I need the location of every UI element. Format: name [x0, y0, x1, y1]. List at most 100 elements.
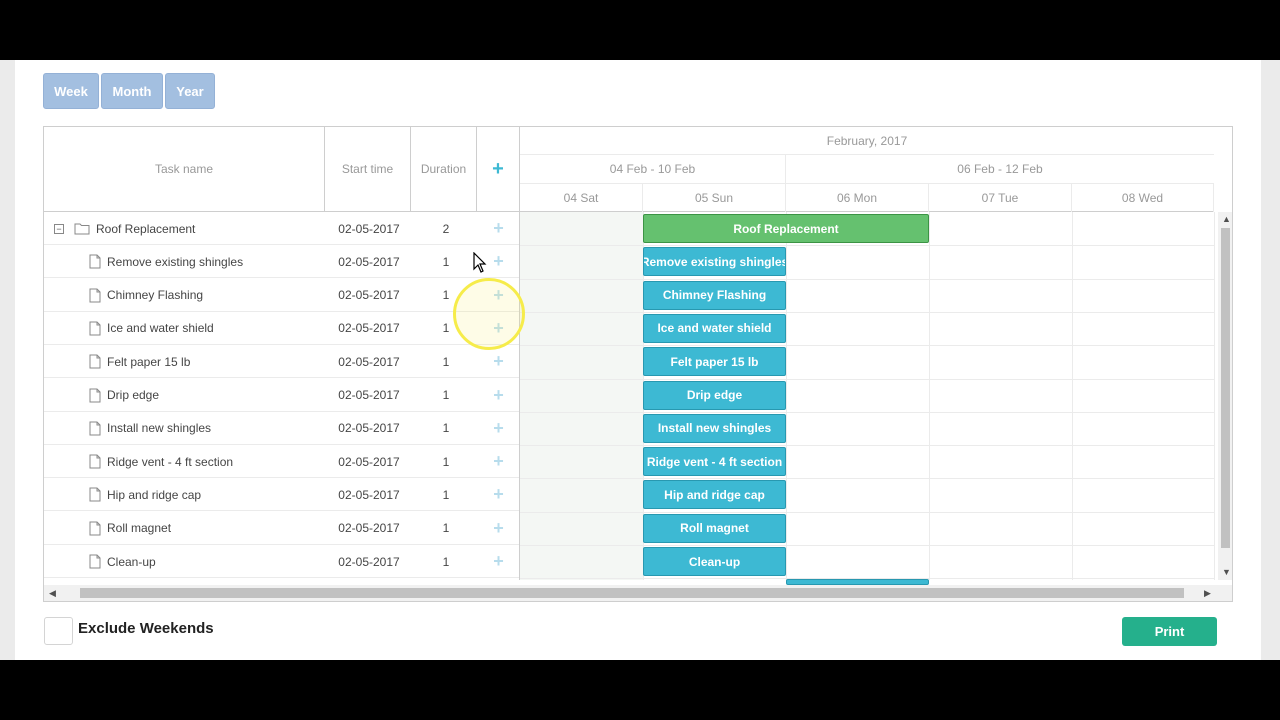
add-subtask-button[interactable]: + [478, 478, 519, 511]
grid-header: Task name Start time Duration + [44, 127, 519, 212]
add-subtask-button[interactable]: + [478, 279, 519, 312]
week-cell: 06 Feb - 12 Feb [957, 162, 1043, 176]
file-icon [89, 388, 101, 403]
add-task-header-button[interactable]: + [477, 127, 519, 211]
start-time-header[interactable]: Start time [325, 127, 411, 211]
duration-cell: 2 [442, 221, 450, 236]
timeline-row-line [520, 545, 1214, 546]
file-icon [89, 521, 101, 536]
start-time-cell: 02-05-2017 [338, 354, 400, 369]
task-row[interactable]: Install new shingles 02-05-2017 1 + [44, 412, 519, 445]
weekend-shading [520, 212, 643, 580]
task-row[interactable]: Clean-up 02-05-2017 1 + [44, 545, 519, 578]
task-name-cell[interactable]: Install new shingles [89, 412, 211, 445]
add-subtask-button[interactable]: + [478, 312, 519, 345]
scroll-right-arrow[interactable]: ▶ [1204, 588, 1211, 599]
start-time-cell: 02-05-2017 [338, 388, 400, 402]
task-row[interactable]: Drip edge 02-05-2017 1 + [44, 379, 519, 412]
exclude-weekends-label[interactable]: Exclude Weekends [78, 620, 214, 637]
exclude-weekends-checkbox[interactable] [44, 617, 73, 645]
file-icon [89, 454, 101, 469]
task-name-cell[interactable]: Drip edge [89, 379, 159, 412]
task-bar[interactable]: Hip and ridge cap [643, 480, 786, 510]
year-scale-button[interactable]: Year [165, 73, 215, 109]
task-row[interactable]: Remove existing shingles 02-05-2017 1 + [44, 245, 519, 279]
start-time-cell: 02-05-2017 [338, 487, 400, 502]
task-name-cell[interactable]: Remove existing shingles [89, 245, 243, 278]
file-icon [89, 554, 101, 569]
folder-icon [74, 222, 90, 235]
month-scale-row: February, 2017 [520, 127, 1214, 155]
add-subtask-button[interactable]: + [478, 379, 519, 412]
task-bar[interactable]: Chimney Flashing [643, 280, 786, 310]
duration-cell: 1 [442, 421, 450, 436]
task-name-cell[interactable]: − Roof Replacement [54, 212, 195, 245]
task-bar[interactable]: Ridge vent - 4 ft section [643, 447, 786, 477]
duration-header[interactable]: Duration [411, 127, 477, 211]
task-bar[interactable]: Felt paper 15 lb [643, 347, 786, 377]
task-row[interactable]: Ice and water shield 02-05-2017 1 + [44, 312, 519, 345]
day-cell: 04 Sat [520, 183, 643, 212]
timeline-row-line [520, 478, 1214, 480]
horizontal-scrollbar[interactable]: ◀ ▶ [44, 585, 1232, 601]
task-name-cell[interactable]: Clean-up [89, 545, 156, 578]
task-name-cell[interactable]: Ridge vent - 4 ft section [89, 445, 233, 478]
task-name-label: Roll magnet [107, 521, 172, 536]
task-row[interactable]: Felt paper 15 lb 02-05-2017 1 + [44, 345, 519, 379]
task-row[interactable]: Chimney Flashing 02-05-2017 1 + [44, 279, 519, 312]
task-bar[interactable]: Remove existing shingles [643, 247, 786, 277]
timeline-row-line [520, 411, 1214, 413]
scroll-down-arrow[interactable]: ▼ [1222, 567, 1231, 577]
task-name-cell[interactable]: Felt paper 15 lb [89, 345, 190, 378]
add-subtask-button[interactable]: + [478, 212, 519, 245]
task-bar[interactable]: Install new shingles [643, 413, 786, 443]
task-name-header[interactable]: Task name [44, 127, 325, 211]
task-bar[interactable]: Roll magnet [643, 513, 786, 543]
collapse-toggle-icon[interactable]: − [54, 223, 64, 234]
day-divider [1072, 212, 1073, 580]
day-cell: 06 Mon [786, 183, 929, 212]
task-name-cell[interactable]: Chimney Flashing [89, 279, 203, 312]
file-icon [89, 354, 101, 369]
month-scale-button[interactable]: Month [101, 73, 163, 109]
add-subtask-button[interactable]: + [478, 512, 519, 545]
duration-cell: 1 [442, 354, 450, 369]
start-time-cell: 02-05-2017 [338, 554, 400, 569]
horizontal-scroll-thumb[interactable] [80, 588, 1184, 598]
task-row[interactable]: Hip and ridge cap 02-05-2017 1 + [44, 478, 519, 512]
task-name-label: Ridge vent - 4 ft section [107, 454, 234, 469]
task-name-cell[interactable]: Ice and water shield [89, 312, 214, 345]
task-name-label: Remove existing shingles [107, 254, 244, 269]
mouse-cursor-icon [473, 252, 487, 273]
task-name-cell[interactable]: Roll magnet [89, 512, 171, 545]
task-bar[interactable]: Clean-up [643, 547, 786, 576]
add-subtask-button[interactable]: + [478, 445, 519, 478]
file-icon [89, 254, 101, 269]
task-row[interactable]: Roll magnet 02-05-2017 1 + [44, 512, 519, 545]
task-name-cell[interactable]: Hip and ridge cap [89, 478, 201, 511]
month-label: February, 2017 [826, 133, 908, 148]
add-subtask-button[interactable]: + [478, 545, 519, 578]
duration-cell: 1 [442, 554, 450, 569]
task-name-label: Felt paper 15 lb [107, 354, 191, 369]
project-bar[interactable]: Roof Replacement [643, 214, 929, 243]
duration-cell: 1 [442, 321, 450, 336]
add-subtask-button[interactable]: + [478, 412, 519, 445]
scroll-left-arrow[interactable]: ◀ [49, 588, 56, 599]
start-time-cell: 02-05-2017 [338, 454, 400, 469]
file-icon [89, 487, 101, 502]
week-scale-button[interactable]: Week [43, 73, 99, 109]
scroll-up-arrow[interactable]: ▲ [1222, 214, 1231, 224]
start-time-cell: 02-05-2017 [338, 421, 400, 436]
vertical-scrollbar[interactable]: ▲ ▼ [1218, 212, 1232, 580]
task-row[interactable]: − Roof Replacement 02-05-2017 2 + [44, 212, 519, 245]
print-button[interactable]: Print [1122, 617, 1217, 646]
add-subtask-button[interactable]: + [478, 345, 519, 378]
task-row[interactable]: Ridge vent - 4 ft section 02-05-2017 1 + [44, 445, 519, 479]
gantt-page: Week Month Year Task name Start time Dur… [15, 60, 1261, 660]
timeline-row-line [520, 345, 1214, 347]
task-bar[interactable]: Drip edge [643, 380, 786, 410]
vertical-scroll-thumb[interactable] [1221, 228, 1230, 548]
timeline-row-line [520, 245, 1214, 247]
task-bar[interactable]: Ice and water shield [643, 313, 786, 343]
